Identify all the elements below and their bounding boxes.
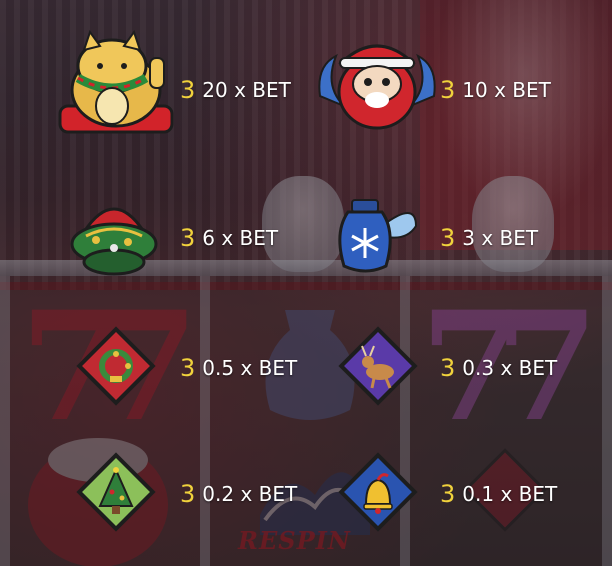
symbol-count: 3 [180,224,196,252]
paytable-entry: 3 3 x BET [440,224,538,252]
payout-multiplier: 0.2 x BET [202,482,298,506]
daruma-icon [318,44,436,130]
paytable-entry: 3 10 x BET [440,76,551,104]
paytable-entry: 3 0.3 x BET [440,354,557,382]
snowflake-vase-icon [338,199,418,273]
paytable-entry: 3 6 x BET [180,224,278,252]
symbol-count: 3 [180,354,196,382]
paytable-entry: 3 0.1 x BET [440,480,557,508]
symbol-count: 3 [440,480,456,508]
payout-multiplier: 20 x BET [202,78,291,102]
symbol-count: 3 [440,224,456,252]
reindeer-card-icon [338,326,418,406]
bell-card-icon [338,452,418,532]
payout-multiplier: 3 x BET [462,226,539,250]
symbol-count: 3 [180,480,196,508]
payout-multiplier: 0.5 x BET [202,356,298,380]
symbol-count: 3 [440,76,456,104]
payout-multiplier: 10 x BET [462,78,551,102]
symbol-count: 3 [440,354,456,382]
paytable-entry: 3 0.5 x BET [180,354,297,382]
lucky-cat-icon [58,29,174,134]
payout-multiplier: 6 x BET [202,226,279,250]
wreath-card-icon [76,326,156,406]
tree-card-icon [76,452,156,532]
payout-multiplier: 0.3 x BET [462,356,558,380]
symbol-count: 3 [180,76,196,104]
christmas-wreath-pot-icon [70,207,158,276]
paytable-entry: 3 0.2 x BET [180,480,297,508]
payout-multiplier: 0.1 x BET [462,482,558,506]
paytable-entry: 3 20 x BET [180,76,291,104]
